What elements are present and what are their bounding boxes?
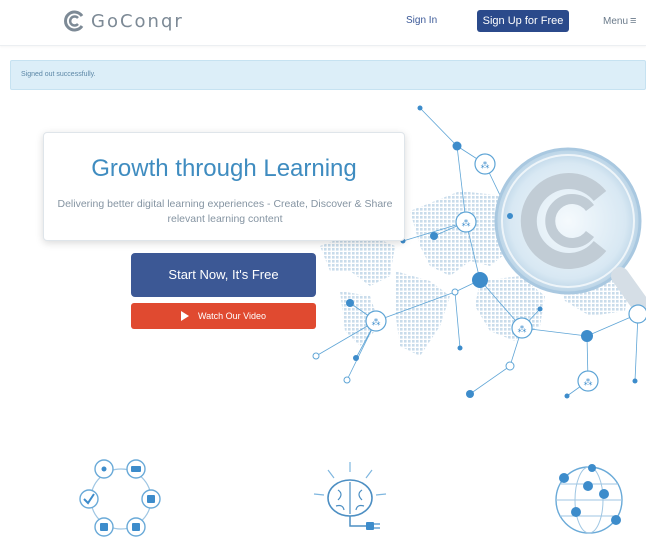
svg-text:⁂: ⁂ (584, 377, 593, 388)
svg-text:⁂: ⁂ (462, 218, 471, 229)
menu-button[interactable]: Menu ≡ (603, 15, 636, 27)
brain-icon (313, 462, 387, 530)
hero-card: Growth through Learning Delivering bette… (43, 132, 405, 241)
svg-text:⁂: ⁂ (481, 160, 490, 171)
logo-text: GoConqr (91, 10, 184, 32)
logo-mark-icon (64, 10, 84, 32)
svg-text:⁂: ⁂ (518, 324, 527, 335)
watch-video-label: Watch Our Video (197, 311, 267, 321)
menu-label: Menu (603, 15, 629, 27)
hamburger-icon: ≡ (630, 15, 637, 27)
flash-message: Signed out successfully. (21, 71, 96, 78)
tools-ring-icon (79, 459, 161, 537)
network-globe-icon (555, 464, 623, 534)
sign-up-button[interactable]: Sign Up for Free (477, 10, 569, 32)
flash-notice: Signed out successfully. (10, 60, 646, 90)
goconqr-logo[interactable]: GoConqr (62, 8, 184, 34)
site-header: GoConqr Sign In Sign Up for Free Menu ≡ (0, 0, 646, 46)
sign-in-link[interactable]: Sign In (406, 15, 437, 26)
hero-title: Growth through Learning (91, 155, 357, 182)
play-icon (180, 311, 189, 321)
hero-subtitle: Delivering better digital learning exper… (57, 198, 393, 225)
svg-text:⁂: ⁂ (372, 317, 381, 328)
start-now-button[interactable]: Start Now, It's Free (131, 253, 316, 297)
watch-video-button[interactable]: Watch Our Video (131, 303, 316, 329)
